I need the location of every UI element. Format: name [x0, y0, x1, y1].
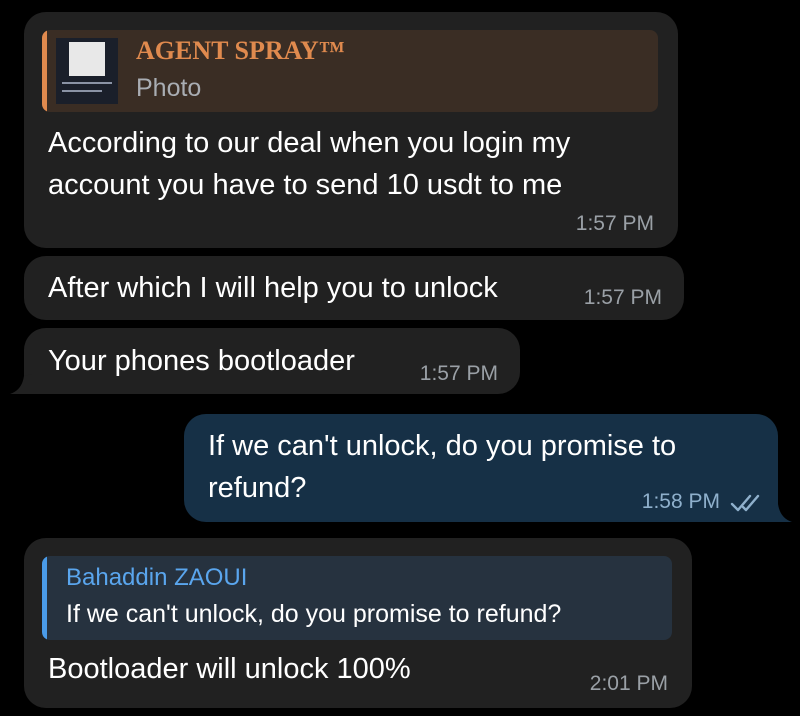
message-timestamp: 1:57 PM: [419, 362, 498, 385]
bubble-tail: [10, 374, 32, 394]
message-text-line: According to our deal when you login my: [48, 127, 571, 159]
reply-preview[interactable]: AGENT SPRAY™ Photo: [42, 30, 658, 112]
reply-accent-bar: [42, 30, 47, 112]
thumbnail-caption-lines: [62, 82, 112, 84]
message-text-line: account you have to send 10 usdt to me: [48, 169, 563, 201]
message-bubble[interactable]: Your phones bootloader 1:57 PM: [24, 328, 520, 394]
message-text: Bootloader will unlock 100%: [48, 653, 411, 685]
message-bubble-outgoing[interactable]: If we can't unlock, do you promise to re…: [184, 414, 778, 522]
message-timestamp: 2:01 PM: [589, 672, 668, 695]
message-timestamp: 1:57 PM: [583, 286, 662, 309]
message-timestamp: 1:58 PM: [641, 490, 720, 513]
message-bubble[interactable]: After which I will help you to unlock 1:…: [24, 256, 684, 320]
message-text-line: refund?: [208, 472, 307, 504]
message-bubble[interactable]: AGENT SPRAY™ Photo According to our deal…: [24, 12, 678, 248]
message-text-line: If we can't unlock, do you promise to: [208, 430, 677, 462]
reply-accent-bar: [42, 556, 47, 640]
reply-preview-text: Photo: [136, 74, 202, 102]
reply-preview[interactable]: Bahaddin ZAOUI If we can't unlock, do yo…: [42, 556, 672, 640]
reply-sender-name: AGENT SPRAY™: [136, 36, 345, 65]
qr-code-icon: [69, 42, 105, 76]
thumbnail-caption-lines: [62, 90, 102, 92]
message-text: Your phones bootloader: [48, 345, 355, 377]
message-text: After which I will help you to unlock: [48, 272, 498, 304]
reply-preview-text: If we can't unlock, do you promise to re…: [66, 600, 562, 628]
reply-sender-name: Bahaddin ZAOUI: [66, 564, 248, 591]
message-timestamp: 1:57 PM: [575, 212, 654, 235]
double-check-icon: [730, 494, 760, 512]
message-bubble[interactable]: Bahaddin ZAOUI If we can't unlock, do yo…: [24, 538, 692, 708]
photo-thumbnail: [56, 38, 118, 104]
bubble-tail: [770, 502, 792, 522]
